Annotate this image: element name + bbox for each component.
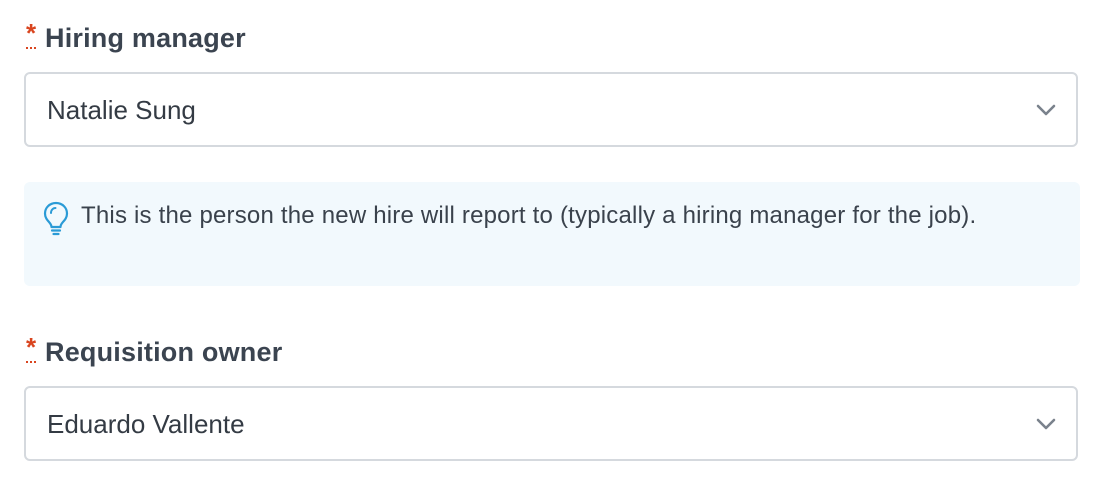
requisition-owner-field: * Requisition owner Eduardo Vallente xyxy=(24,332,1080,461)
requisition-owner-label: Requisition owner xyxy=(45,336,283,367)
requisition-owner-selected-value: Eduardo Vallente xyxy=(47,409,245,439)
hiring-manager-label-row: * Hiring manager xyxy=(24,18,1080,58)
requisition-owner-label-row: * Requisition owner xyxy=(24,332,1080,372)
hint-text: This is the person the new hire will rep… xyxy=(81,202,977,229)
hiring-manager-select[interactable]: Natalie Sung xyxy=(24,72,1078,147)
lightbulb-icon xyxy=(43,201,69,236)
required-asterisk: * xyxy=(25,18,37,49)
hiring-manager-field: * Hiring manager Natalie Sung xyxy=(24,18,1080,147)
hiring-manager-selected-value: Natalie Sung xyxy=(47,95,196,125)
chevron-down-icon xyxy=(1036,418,1056,430)
chevron-down-icon xyxy=(1036,104,1056,116)
hiring-manager-label: Hiring manager xyxy=(45,22,246,53)
requisition-owner-select[interactable]: Eduardo Vallente xyxy=(24,386,1078,461)
hint-box: This is the person the new hire will rep… xyxy=(24,182,1080,286)
required-asterisk: * xyxy=(25,332,37,363)
